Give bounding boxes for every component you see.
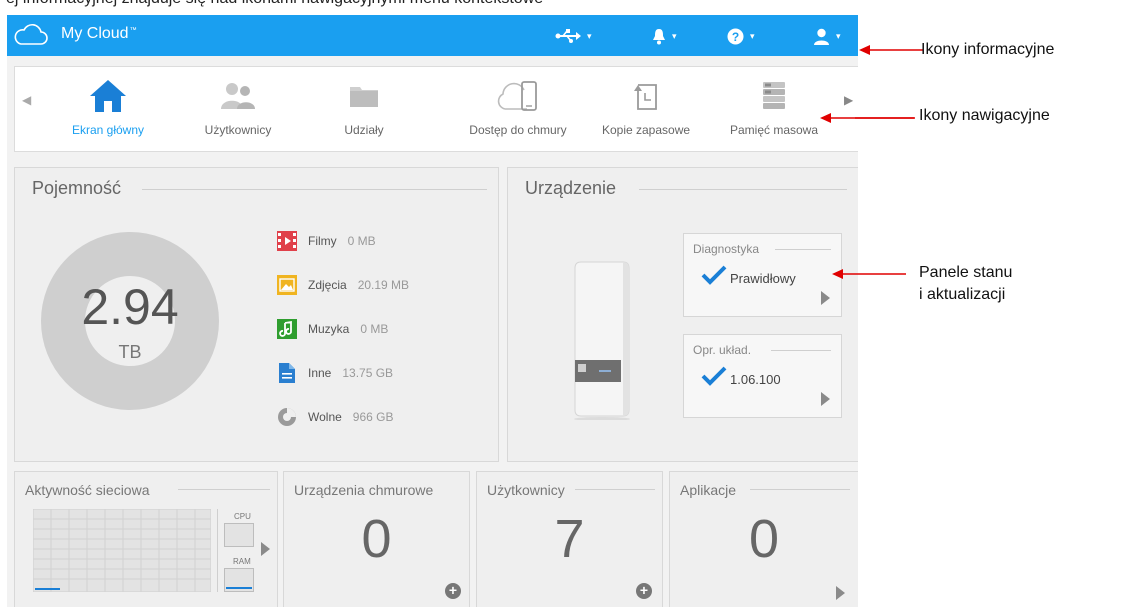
folder-icon xyxy=(350,87,378,107)
add-icon[interactable]: + xyxy=(636,583,652,599)
svg-text:?: ? xyxy=(732,30,739,44)
help-menu[interactable]: ? ▾ xyxy=(727,25,755,47)
bell-icon xyxy=(653,28,665,44)
title-rule xyxy=(771,350,831,351)
device-title: Urządzenie xyxy=(525,178,617,198)
diagnostics-panel[interactable]: Diagnostyka Prawidłowy xyxy=(683,233,842,317)
cloud-devices-tile[interactable]: Urządzenia chmurowe 0 + xyxy=(283,471,470,607)
network-arrow-icon[interactable] xyxy=(261,542,270,556)
capacity-donut: 2.94 TB xyxy=(41,232,219,410)
chevron-down-icon: ▾ xyxy=(750,30,755,41)
capacity-title: Pojemność xyxy=(32,178,122,198)
app-title[interactable]: My Cloud™ xyxy=(61,25,137,43)
usb-icon xyxy=(555,29,581,43)
checkmark-icon xyxy=(701,366,727,386)
users-title: Użytkownicy xyxy=(487,482,565,498)
chevron-down-icon: ▾ xyxy=(836,30,841,41)
annotation-arrow-nav xyxy=(820,113,914,123)
capacity-unit: TB xyxy=(118,342,142,362)
nav-item-shares[interactable]: Udziały xyxy=(289,75,439,149)
title-rule xyxy=(639,189,847,190)
capacity-value: 2.94 xyxy=(81,279,179,335)
photo-icon xyxy=(277,275,297,295)
user-icon xyxy=(814,28,829,45)
help-icon: ? xyxy=(727,28,744,44)
legend-free: Wolne 966 GB xyxy=(277,406,394,428)
legend-music: Muzyka 0 MB xyxy=(277,318,388,340)
cropped-caption: ej informacyjnej znajduje się nad ikonam… xyxy=(6,0,543,8)
user-menu[interactable]: ▾ xyxy=(813,25,841,47)
music-icon xyxy=(277,319,297,339)
firmware-title: Opr. układ. xyxy=(693,343,752,357)
users-tile[interactable]: Użytkownicy 7 + xyxy=(476,471,663,607)
home-icon xyxy=(90,80,126,112)
title-rule xyxy=(575,489,655,490)
usb-menu[interactable]: ▾ xyxy=(555,25,592,47)
annotation-nav-icons: Ikony nawigacyjne xyxy=(919,107,1050,124)
nav-item-home[interactable]: Ekran główny xyxy=(33,75,183,149)
chevron-down-icon: ▾ xyxy=(587,30,592,41)
top-bar: My Cloud™ ▾ ▾ ? ▾ ▾ xyxy=(7,15,858,56)
annotation-panels-line2: i aktualizacji xyxy=(919,286,1006,303)
backup-icon xyxy=(634,84,657,110)
legend-photos: Zdjęcia 20.19 MB xyxy=(277,274,409,296)
apps-arrow-icon[interactable] xyxy=(836,586,845,600)
pie-icon xyxy=(278,408,296,426)
checkmark-icon xyxy=(701,265,727,285)
users-icon xyxy=(221,83,255,109)
title-rule xyxy=(142,189,487,190)
users-count: 7 xyxy=(554,509,585,569)
annotation-arrow-panels xyxy=(832,269,906,279)
cloud-devices-title: Urządzenia chmurowe xyxy=(294,482,434,498)
ram-meter xyxy=(224,568,254,592)
ram-meter-fill xyxy=(226,587,252,589)
title-rule xyxy=(750,489,850,490)
apps-count: 0 xyxy=(748,509,780,569)
diagnostics-arrow-icon[interactable] xyxy=(821,291,830,305)
cloud-device-icon xyxy=(497,81,537,111)
capacity-panel: Pojemność 2.94 TB Filmy 0 MB Zdjęcia 20.… xyxy=(14,167,499,462)
document-icon xyxy=(279,363,295,383)
storage-icon xyxy=(763,82,785,109)
ram-label: RAM xyxy=(233,557,251,566)
navigation-bar: ◀ ▶ Ekran główny Użytkownicy Udziały Dos… xyxy=(14,66,858,152)
chevron-down-icon: ▾ xyxy=(672,30,677,41)
video-icon xyxy=(277,231,297,251)
title-rule xyxy=(178,489,270,490)
apps-tile[interactable]: Aplikacje 0 xyxy=(669,471,858,607)
nas-device-image xyxy=(574,261,630,420)
cpu-meter xyxy=(224,523,254,547)
cloud-devices-count: 0 xyxy=(361,509,392,569)
nav-left-arrow-icon[interactable]: ◀ xyxy=(22,93,31,107)
network-activity-tile[interactable]: Aktywność sieciowa CPU RAM xyxy=(14,471,278,607)
diagnostics-title: Diagnostyka xyxy=(693,242,760,256)
firmware-panel[interactable]: Opr. układ. 1.06.100 xyxy=(683,334,842,418)
add-icon[interactable]: + xyxy=(445,583,461,599)
notifications-menu[interactable]: ▾ xyxy=(652,25,677,47)
title-rule xyxy=(775,249,831,250)
network-activity-graph xyxy=(33,509,211,592)
annotation-info-icons: Ikony informacyjne xyxy=(921,41,1055,58)
device-panel: Urządzenie Diagnostyka Prawidłowy Opr. u… xyxy=(507,167,858,462)
firmware-version: 1.06.100 xyxy=(730,372,781,387)
legend-movies: Filmy 0 MB xyxy=(277,230,376,252)
annotation-panels-line1: Panele stanu xyxy=(919,264,1013,281)
network-activity-title: Aktywność sieciowa xyxy=(25,482,150,498)
dashboard-frame: My Cloud™ ▾ ▾ ? ▾ ▾ ◀ ▶ Ekran główny Uży… xyxy=(7,15,858,607)
diagnostics-status: Prawidłowy xyxy=(730,271,796,286)
legend-other: Inne 13.75 GB xyxy=(277,362,393,384)
graph-divider xyxy=(217,509,218,592)
firmware-arrow-icon[interactable] xyxy=(821,392,830,406)
apps-title: Aplikacje xyxy=(680,482,737,498)
cpu-label: CPU xyxy=(234,512,251,521)
cloud-logo-icon xyxy=(14,24,48,45)
